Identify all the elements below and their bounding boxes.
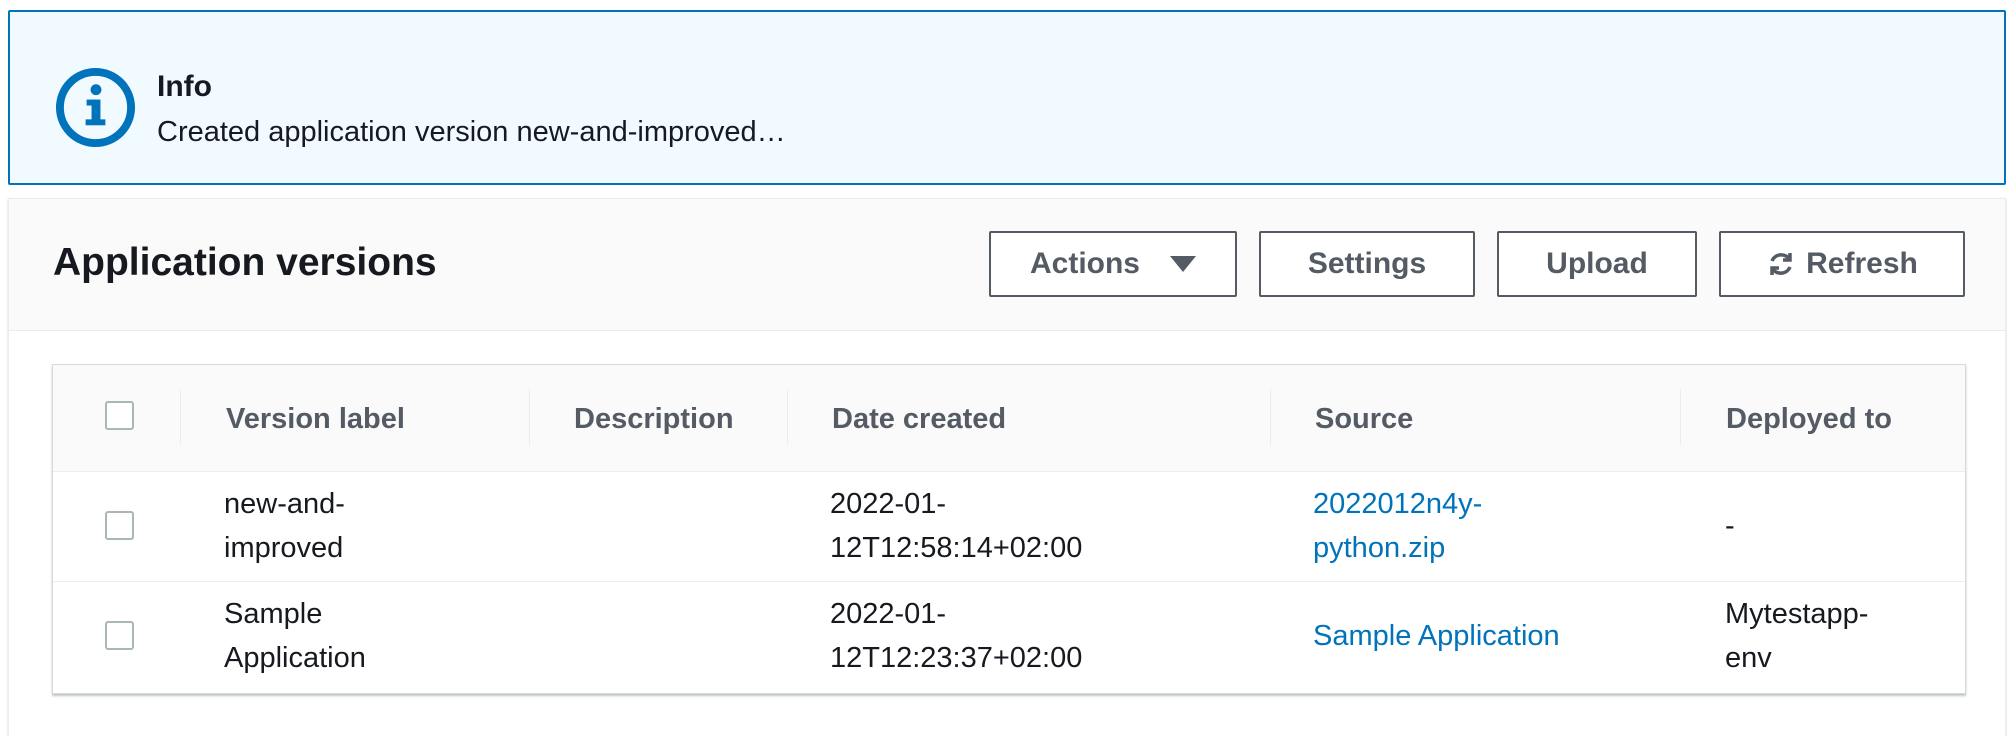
column-header-date-created[interactable]: Date created	[832, 403, 1006, 436]
column-divider	[180, 389, 181, 445]
source-link[interactable]: 2022012n4y- python.zip	[1313, 482, 1482, 570]
caret-down-icon	[1170, 256, 1196, 272]
version-label-line: improved	[224, 532, 344, 564]
column-divider	[1270, 389, 1271, 445]
table-row[interactable]: Sample Application 2022-01- 12T12:23:37+…	[53, 582, 1965, 692]
deployed-line: -	[1725, 510, 1735, 542]
deployed-line: Mytestapp-	[1725, 598, 1869, 630]
row-select-checkbox[interactable]	[105, 621, 134, 650]
version-label-cell: Sample Application	[224, 592, 366, 680]
column-header-description[interactable]: Description	[574, 403, 734, 436]
source-link[interactable]: Sample Application	[1313, 614, 1560, 658]
version-label-line: Application	[224, 642, 366, 674]
version-label-line: new-and-	[224, 488, 345, 520]
info-icon	[55, 67, 136, 148]
flash-message: Created application version new-and-impr…	[157, 116, 786, 148]
actions-dropdown-button[interactable]: Actions	[989, 231, 1237, 297]
deployed-line: env	[1725, 642, 1772, 674]
table-row[interactable]: new-and- improved 2022-01- 12T12:58:14+0…	[53, 472, 1965, 582]
date-line: 12T12:58:14+02:00	[830, 532, 1083, 564]
application-versions-panel: Application versions Actions Settings Up…	[8, 198, 2006, 736]
version-label-cell: new-and- improved	[224, 482, 345, 570]
deployed-to-cell: -	[1725, 504, 1735, 548]
refresh-icon	[1770, 253, 1792, 275]
panel-title: Application versions	[53, 241, 437, 284]
actions-label: Actions	[1029, 247, 1140, 280]
panel-header: Application versions Actions Settings Up…	[9, 199, 2005, 331]
row-select-checkbox[interactable]	[105, 511, 134, 540]
source-line: 2022012n4y-	[1313, 488, 1483, 520]
settings-label: Settings	[1307, 247, 1427, 280]
column-divider	[787, 389, 788, 445]
refresh-button[interactable]: Refresh	[1719, 231, 1965, 297]
date-created-cell: 2022-01- 12T12:23:37+02:00	[830, 592, 1082, 680]
settings-button[interactable]: Settings	[1259, 231, 1475, 297]
select-all-checkbox[interactable]	[105, 401, 134, 430]
upload-label: Upload	[1546, 247, 1648, 280]
source-line: python.zip	[1313, 532, 1446, 564]
column-header-source[interactable]: Source	[1315, 403, 1413, 436]
date-line: 2022-01-	[830, 598, 947, 630]
table-header: Version label Description Date created S…	[53, 365, 1965, 472]
date-created-cell: 2022-01- 12T12:58:14+02:00	[830, 482, 1082, 570]
refresh-label: Refresh	[1806, 247, 1918, 280]
date-line: 12T12:23:37+02:00	[830, 642, 1083, 674]
info-flash-banner: Info Created application version new-and…	[8, 10, 2006, 185]
column-divider	[1680, 389, 1681, 445]
flash-title: Info	[157, 70, 212, 103]
versions-table: Version label Description Date created S…	[52, 364, 1966, 694]
column-divider	[529, 389, 530, 445]
column-header-version-label[interactable]: Version label	[226, 403, 405, 436]
upload-button[interactable]: Upload	[1497, 231, 1697, 297]
column-header-deployed-to[interactable]: Deployed to	[1726, 403, 1892, 436]
source-line: Sample Application	[1313, 620, 1560, 652]
deployed-to-cell: Mytestapp- env	[1725, 592, 1868, 680]
version-label-line: Sample	[224, 598, 323, 630]
date-line: 2022-01-	[830, 488, 947, 520]
